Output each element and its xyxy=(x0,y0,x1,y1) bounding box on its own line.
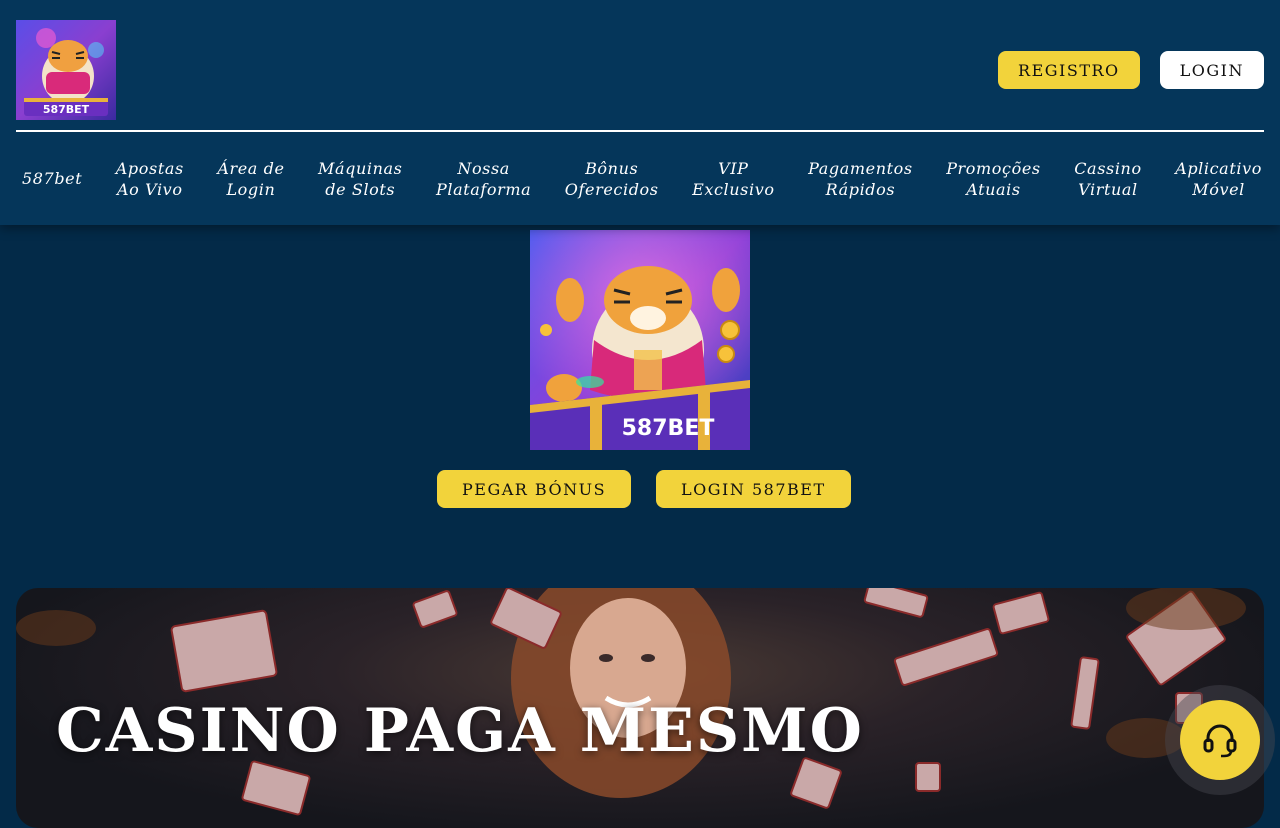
hero-image-text: 587BET xyxy=(622,416,715,441)
nav-item-label: Máquinas xyxy=(318,158,403,178)
main-nav: 587bet Apostas Ao Vivo Área de Login Máqui… xyxy=(16,132,1264,225)
nav-item-apostas-ao-vivo[interactable]: Apostas Ao Vivo xyxy=(116,158,184,200)
nav-item-label: Virtual xyxy=(1078,179,1138,199)
nav-item-label: Atuais xyxy=(966,179,1021,199)
nav-item-bonus-oferecidos[interactable]: Bônus Oferecidos xyxy=(565,158,659,200)
nav-item-587bet[interactable]: 587bet xyxy=(22,168,82,189)
nav-item-label: Área de xyxy=(217,158,285,178)
nav-item-maquinas-de-slots[interactable]: Máquinas de Slots xyxy=(318,158,402,200)
nav-item-label: Aplicativo xyxy=(1175,158,1262,178)
nav-item-pagamentos-rapidos[interactable]: Pagamentos Rápidos xyxy=(808,158,913,200)
nav-item-label: de Slots xyxy=(325,179,396,199)
nav-item-label: 587bet xyxy=(22,169,83,188)
hero-image: 587BET xyxy=(530,230,750,450)
nav-item-label: Login xyxy=(226,179,276,199)
nav-item-label: Exclusivo xyxy=(692,179,775,199)
nav-item-label: Bônus xyxy=(585,158,639,178)
login-button[interactable]: LOGIN xyxy=(1159,51,1264,89)
nav-item-promocoes-atuais[interactable]: Promoções Atuais xyxy=(946,158,1041,200)
nav-item-label: Cassino xyxy=(1074,158,1142,178)
logo-text: 587BET xyxy=(43,103,90,116)
nav-item-area-de-login[interactable]: Área de Login xyxy=(217,158,284,200)
nav-item-aplicativo-movel[interactable]: Aplicativo Móvel xyxy=(1175,158,1262,200)
nav-item-label: Plataforma xyxy=(435,179,532,199)
headset-icon xyxy=(1203,724,1237,758)
get-bonus-button[interactable]: PEGAR BÓNUS xyxy=(437,470,632,508)
nav-item-label: VIP xyxy=(718,158,749,178)
nav-item-label: Ao Vivo xyxy=(117,179,183,199)
nav-item-label: Móvel xyxy=(1192,179,1245,199)
tiger-mascot-logo-image: 587BET xyxy=(16,20,116,120)
casino-banner: CASINO PAGA MESMO xyxy=(16,588,1264,828)
logo[interactable]: 587BET xyxy=(16,20,116,120)
nav-item-nossa-plataforma[interactable]: Nossa Plataforma xyxy=(436,158,531,200)
support-button[interactable] xyxy=(1180,700,1260,780)
nav-item-cassino-virtual[interactable]: Cassino Virtual xyxy=(1074,158,1141,200)
tiger-mascot-hero-image: 587BET xyxy=(530,230,750,450)
nav-item-label: Promoções xyxy=(946,158,1041,178)
nav-item-label: Oferecidos xyxy=(564,179,659,199)
nav-item-label: Pagamentos xyxy=(808,158,913,178)
support-widget xyxy=(1165,685,1275,795)
nav-item-vip-exclusivo[interactable]: VIP Exclusivo xyxy=(692,158,775,200)
nav-item-label: Nossa xyxy=(457,158,510,178)
header-actions: REGISTRO LOGIN xyxy=(998,51,1264,89)
nav-item-label: Apostas xyxy=(115,158,184,178)
register-button[interactable]: REGISTRO xyxy=(998,51,1140,89)
site-header: 587BET REGISTRO LOGIN 587bet Apostas Ao V… xyxy=(0,0,1280,225)
hero-actions: PEGAR BÓNUS LOGIN 587BET xyxy=(437,470,851,508)
banner-title: CASINO PAGA MESMO xyxy=(56,696,864,766)
login-587bet-button[interactable]: LOGIN 587BET xyxy=(656,470,851,508)
nav-item-label: Rápidos xyxy=(825,179,896,199)
